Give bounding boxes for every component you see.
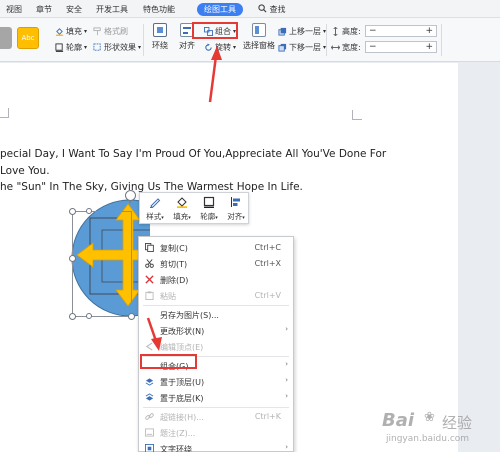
baidu-jingyan-watermark: Bai ❀ 经验 jingyan.baidu.com (382, 410, 473, 444)
red-arrow-up-icon (208, 46, 222, 103)
baidu-paw-icon: ❀ (424, 410, 435, 425)
annotation-arrows (146, 46, 222, 351)
red-arrow-down-icon (146, 317, 162, 351)
